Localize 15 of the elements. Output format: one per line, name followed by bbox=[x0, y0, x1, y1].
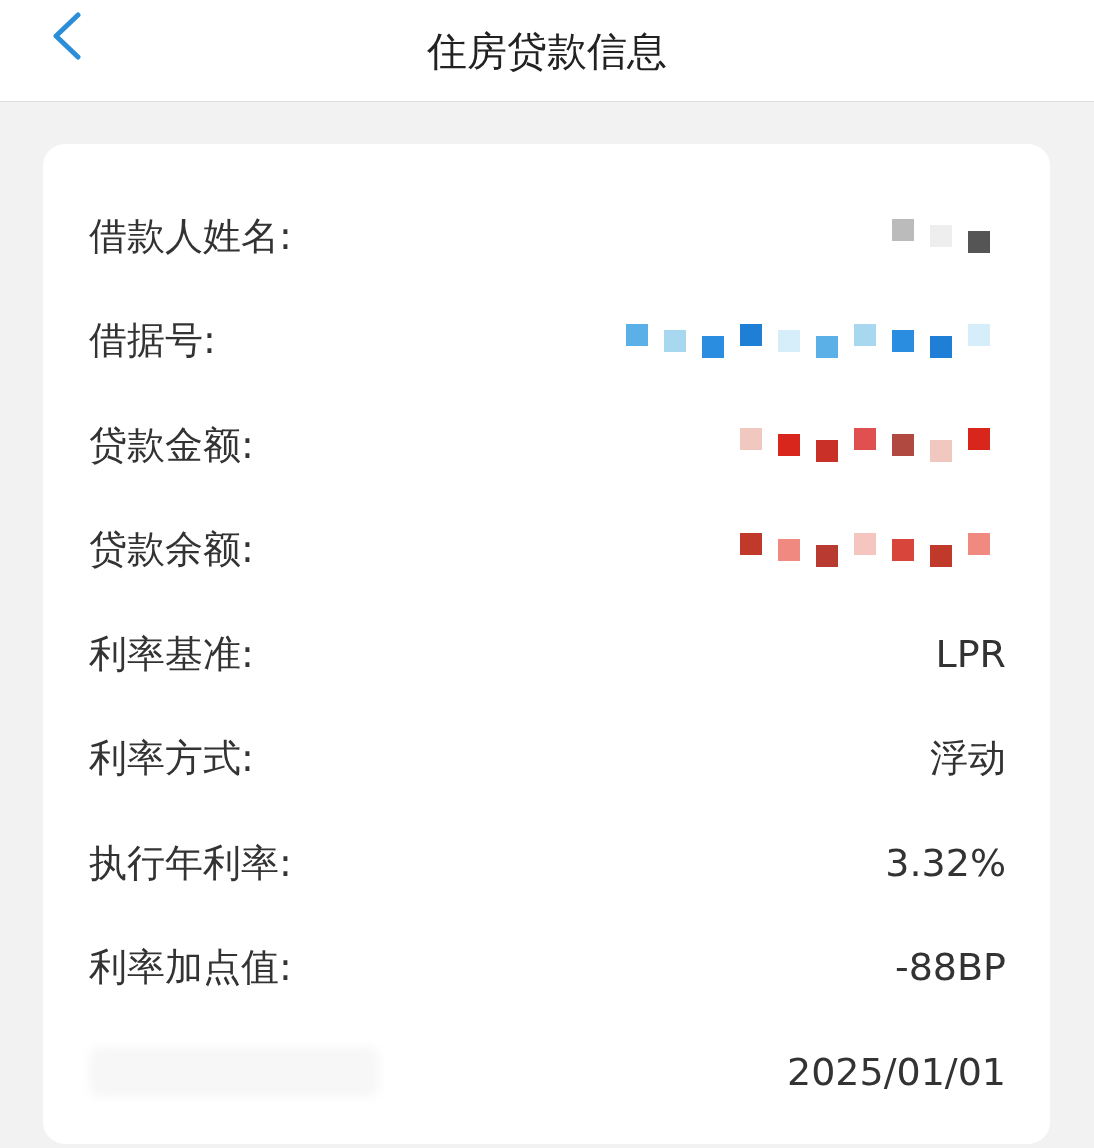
field-value: 3.32% bbox=[885, 839, 1006, 887]
back-icon[interactable] bbox=[50, 12, 82, 60]
field-value: LPR bbox=[935, 630, 1006, 678]
field-label: 借款人姓名: bbox=[89, 212, 292, 260]
field-value: -88BP bbox=[894, 944, 1006, 992]
field-label: 贷款金额: bbox=[89, 421, 254, 469]
field-label: 执行年利率: bbox=[89, 839, 292, 887]
field-label: 利率加点值: bbox=[89, 944, 292, 992]
field-label: 利率方式: bbox=[89, 735, 254, 783]
field-label: 利率基准: bbox=[89, 630, 254, 678]
field-value: 2025/01/01 bbox=[786, 1048, 1006, 1096]
page-title: 住房贷款信息 bbox=[427, 30, 667, 71]
field-label: 借据号: bbox=[89, 317, 216, 365]
field-label: 贷款余额: bbox=[89, 526, 254, 574]
field-value: 浮动 bbox=[930, 735, 1006, 783]
